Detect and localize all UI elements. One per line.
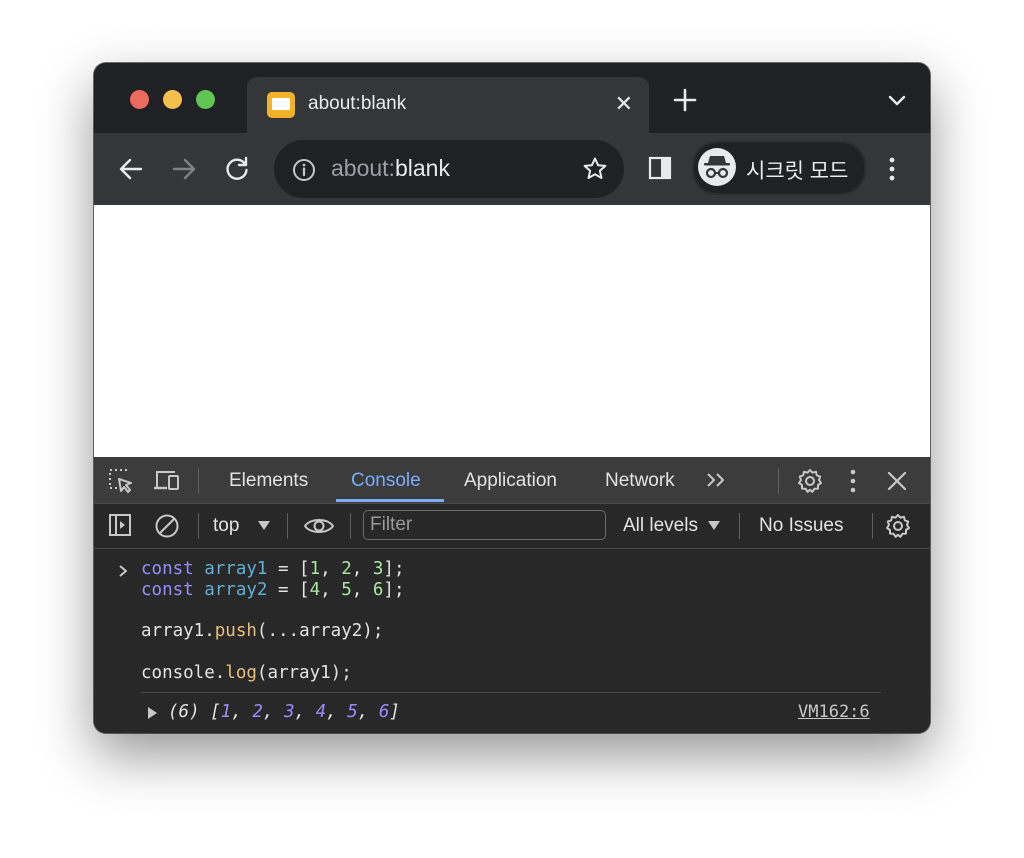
incognito-icon	[698, 148, 736, 186]
console-settings-gear-icon[interactable]	[885, 513, 911, 539]
console-toolbar: top All levels No Issues	[94, 504, 930, 549]
console-output[interactable]: const array1 = [1, 2, 3]; const array2 =…	[94, 549, 930, 733]
expand-triangle-icon[interactable]	[148, 707, 157, 719]
url-scheme: about:	[331, 155, 395, 181]
log-levels-label: All levels	[623, 515, 698, 536]
divider	[778, 468, 779, 494]
info-icon[interactable]	[292, 158, 316, 182]
page-viewport[interactable]	[94, 205, 930, 457]
divider	[287, 513, 288, 539]
browser-toolbar: about:blank 시크릿 모드	[94, 133, 930, 205]
divider	[872, 513, 873, 539]
address-bar[interactable]: about:blank	[274, 140, 624, 198]
tab-application[interactable]: Application	[464, 470, 557, 492]
side-panel-icon[interactable]	[648, 156, 672, 180]
tab-elements[interactable]: Elements	[229, 470, 308, 492]
incognito-profile-button[interactable]: 시크릿 모드	[692, 141, 866, 195]
tab-strip: about:blank ✕	[94, 63, 930, 133]
devtools-tab-bar: Elements Console Application Network	[94, 457, 930, 504]
chevron-down-icon[interactable]	[888, 95, 906, 107]
tab-close-icon[interactable]: ✕	[615, 89, 633, 119]
reload-icon[interactable]	[223, 155, 251, 183]
tab-network[interactable]: Network	[605, 470, 675, 492]
arrow-right-icon[interactable]	[170, 155, 198, 183]
divider	[198, 513, 199, 539]
device-toolbar-icon[interactable]	[153, 468, 181, 492]
more-vert-icon[interactable]	[882, 155, 902, 183]
caret-down-icon[interactable]	[258, 521, 270, 530]
maximize-window-button[interactable]	[196, 90, 215, 109]
gear-icon[interactable]	[797, 468, 823, 494]
divider	[141, 692, 881, 693]
url-host: blank	[394, 155, 450, 181]
plus-icon[interactable]	[672, 87, 698, 113]
close-window-button[interactable]	[130, 90, 149, 109]
console-result[interactable]: (6) [1, 2, 3, 4, 5, 6]	[168, 702, 400, 722]
context-selector[interactable]: top	[213, 515, 239, 537]
page-favicon-icon	[267, 92, 295, 118]
incognito-label: 시크릿 모드	[746, 160, 849, 183]
browser-window: about:blank ✕ about:blank 시크릿 모드 Element…	[94, 63, 930, 733]
issues-button[interactable]: No Issues	[759, 515, 843, 537]
devtools-panel: Elements Console Application Network top…	[94, 457, 930, 733]
caret-down-icon[interactable]	[708, 521, 720, 530]
eye-icon[interactable]	[303, 516, 335, 536]
more-tabs-icon[interactable]	[706, 472, 728, 488]
tab-console[interactable]: Console	[351, 470, 421, 492]
console-input-line: console.log(array1);	[141, 663, 352, 683]
context-label: top	[213, 515, 240, 536]
address-url: about:blank	[331, 155, 450, 182]
sidebar-toggle-icon[interactable]	[108, 513, 132, 537]
divider	[198, 468, 199, 494]
log-levels-dropdown[interactable]: All levels	[623, 515, 698, 537]
star-icon[interactable]	[582, 156, 608, 182]
inspect-element-icon[interactable]	[108, 468, 134, 494]
divider	[350, 513, 351, 539]
source-link[interactable]: VM162:6	[798, 702, 870, 722]
console-input-line: array1.push(...array2);	[141, 621, 384, 641]
console-input-line: const array1 = [1, 2, 3];	[141, 559, 405, 579]
close-icon[interactable]	[887, 471, 907, 491]
tab-title: about:blank	[308, 93, 407, 114]
console-input-line: const array2 = [4, 5, 6];	[141, 580, 405, 600]
active-tab-indicator	[336, 499, 444, 502]
chevron-right-icon	[119, 565, 127, 577]
browser-tab[interactable]: about:blank ✕	[247, 77, 649, 133]
more-vert-icon[interactable]	[847, 468, 859, 494]
minimize-window-button[interactable]	[163, 90, 182, 109]
clear-console-icon[interactable]	[154, 513, 180, 539]
divider	[739, 513, 740, 539]
arrow-left-icon[interactable]	[117, 155, 145, 183]
filter-input[interactable]	[363, 510, 606, 540]
